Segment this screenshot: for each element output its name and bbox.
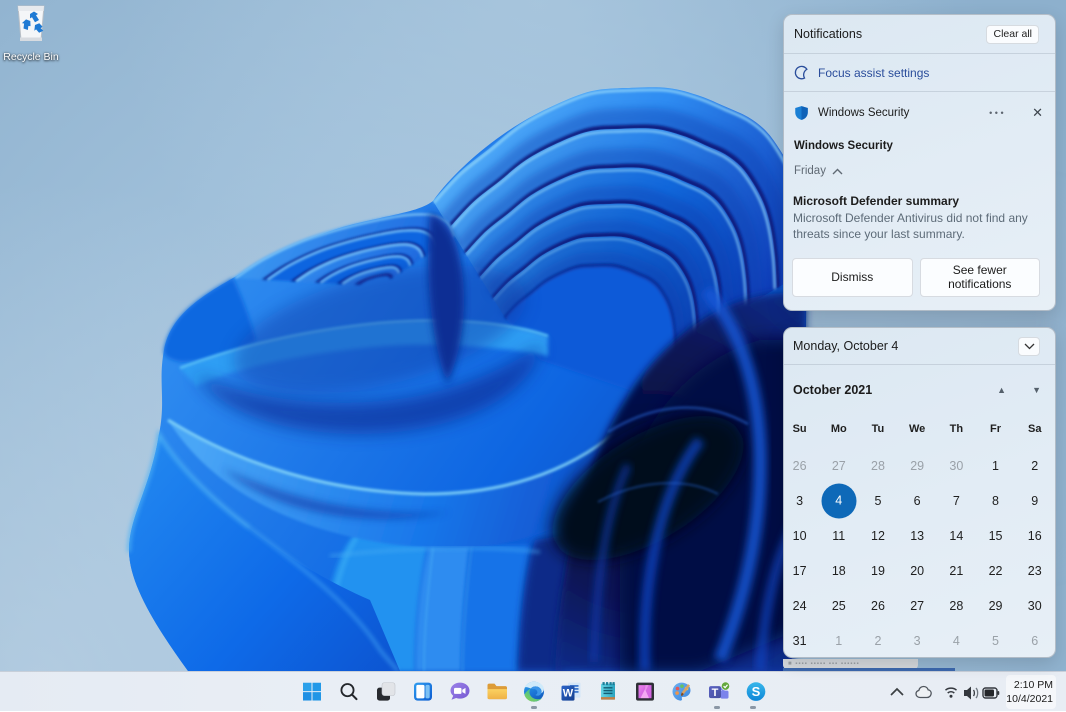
svg-text:S: S (752, 684, 761, 699)
svg-text:W: W (563, 688, 574, 700)
svg-text:T: T (712, 687, 719, 699)
